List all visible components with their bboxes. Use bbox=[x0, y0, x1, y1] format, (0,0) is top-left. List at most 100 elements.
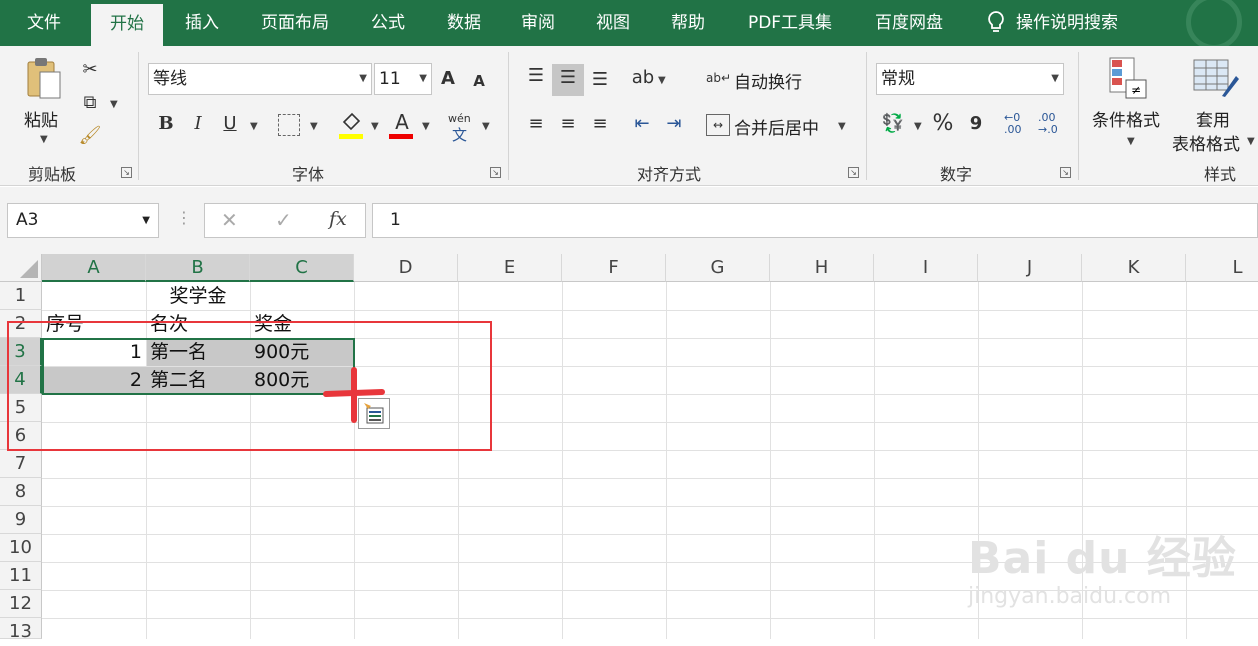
fill-color-icon[interactable] bbox=[338, 110, 364, 140]
underline-dropdown-icon[interactable]: ▼ bbox=[250, 121, 258, 132]
col-header-c[interactable]: C bbox=[250, 254, 354, 282]
conditional-format-button[interactable]: 条件格式 bbox=[1092, 106, 1160, 131]
bold-button[interactable]: B bbox=[154, 110, 178, 138]
decrease-indent-icon[interactable]: ⇤ bbox=[628, 110, 656, 138]
paste-button[interactable]: 粘贴 bbox=[24, 106, 58, 131]
tab-home[interactable]: 开始 bbox=[91, 4, 163, 46]
font-color-button[interactable]: A bbox=[390, 108, 414, 136]
align-bottom-icon[interactable]: ☰ bbox=[586, 66, 614, 94]
name-box[interactable]: A3 ▼ bbox=[7, 203, 159, 238]
align-left-icon[interactable]: ≡ bbox=[522, 110, 550, 138]
row-header-13[interactable]: 13 bbox=[0, 618, 42, 642]
col-header-j[interactable]: J bbox=[978, 254, 1082, 282]
col-header-a[interactable]: A bbox=[42, 254, 146, 282]
comma-button[interactable]: 9 bbox=[964, 110, 988, 138]
borders-dropdown-icon[interactable]: ▼ bbox=[310, 121, 318, 132]
col-header-e[interactable]: E bbox=[458, 254, 562, 282]
italic-button[interactable]: I bbox=[186, 110, 210, 138]
tab-insert[interactable]: 插入 bbox=[170, 0, 234, 46]
row-header-9[interactable]: 9 bbox=[0, 506, 42, 534]
shrink-font-button[interactable]: A bbox=[468, 67, 490, 95]
paste-dropdown-icon[interactable]: ▼ bbox=[40, 134, 48, 145]
align-middle-icon[interactable]: ☰ bbox=[552, 64, 584, 96]
decrease-decimal-button[interactable]: .00 →.0 bbox=[1038, 112, 1058, 136]
alignment-launcher-icon[interactable]: ↘ bbox=[848, 167, 859, 178]
paste-icon[interactable] bbox=[24, 56, 64, 102]
tab-view[interactable]: 视图 bbox=[581, 0, 645, 46]
merge-center-icon[interactable]: ↔ bbox=[706, 114, 730, 136]
copy-icon[interactable]: ⧉ bbox=[78, 89, 102, 117]
col-header-b[interactable]: B bbox=[146, 254, 250, 282]
format-as-table-icon[interactable] bbox=[1192, 56, 1240, 100]
col-header-l[interactable]: L bbox=[1186, 254, 1258, 282]
tab-review[interactable]: 审阅 bbox=[506, 0, 570, 46]
cell-b1-title[interactable]: 奖学金 bbox=[146, 282, 250, 310]
percent-button[interactable]: % bbox=[930, 110, 956, 138]
cut-icon[interactable]: ✂ bbox=[78, 56, 102, 84]
row-header-10[interactable]: 10 bbox=[0, 534, 42, 562]
tab-formulas[interactable]: 公式 bbox=[356, 0, 420, 46]
tab-data[interactable]: 数据 bbox=[432, 0, 496, 46]
row-header-1[interactable]: 1 bbox=[0, 282, 42, 310]
lightbulb-icon[interactable] bbox=[984, 10, 1008, 36]
font-size-select[interactable]: 11 ▼ bbox=[374, 63, 432, 95]
col-header-d[interactable]: D bbox=[354, 254, 458, 282]
format-as-table-dropdown-icon[interactable]: ▼ bbox=[1247, 136, 1255, 147]
align-right-icon[interactable]: ≡ bbox=[586, 110, 614, 138]
increase-indent-icon[interactable]: ⇥ bbox=[660, 110, 688, 138]
tab-page-layout[interactable]: 页面布局 bbox=[248, 0, 342, 46]
format-as-table-label-1[interactable]: 套用 bbox=[1196, 106, 1230, 131]
row-header-12[interactable]: 12 bbox=[0, 590, 42, 618]
enter-icon[interactable]: ✓ bbox=[275, 208, 292, 232]
tell-me-search[interactable]: 操作说明搜索 bbox=[1016, 0, 1146, 46]
font-color-dropdown-icon[interactable]: ▼ bbox=[422, 121, 430, 132]
col-header-h[interactable]: H bbox=[770, 254, 874, 282]
align-center-icon[interactable]: ≡ bbox=[554, 110, 582, 138]
row-header-7[interactable]: 7 bbox=[0, 450, 42, 478]
worksheet-grid[interactable]: A B C D E F G H I J K L 1 2 3 4 5 6 7 8 … bbox=[0, 254, 1258, 642]
conditional-format-icon[interactable]: ≠ bbox=[1108, 56, 1148, 100]
phonetic-button[interactable]: 文 bbox=[452, 124, 467, 145]
align-top-icon[interactable]: ☰ bbox=[522, 62, 550, 90]
formula-input[interactable]: 1 bbox=[372, 203, 1258, 238]
tab-pdf-tools[interactable]: PDF工具集 bbox=[736, 0, 844, 46]
increase-decimal-button[interactable]: ←0.00 bbox=[1004, 112, 1022, 136]
wrap-text-button[interactable]: 自动换行 bbox=[734, 68, 802, 93]
insert-function-button[interactable]: fx bbox=[329, 208, 347, 230]
tab-help[interactable]: 帮助 bbox=[656, 0, 720, 46]
font-launcher-icon[interactable]: ↘ bbox=[490, 167, 501, 178]
format-as-table-label-2[interactable]: 表格格式 bbox=[1172, 130, 1240, 155]
number-launcher-icon[interactable]: ↘ bbox=[1060, 167, 1071, 178]
orientation-icon[interactable]: ab bbox=[630, 64, 656, 92]
quick-analysis-button[interactable] bbox=[358, 398, 390, 429]
conditional-format-dropdown-icon[interactable]: ▼ bbox=[1127, 136, 1135, 147]
phonetic-dropdown-icon[interactable]: ▼ bbox=[482, 121, 490, 132]
number-format-select[interactable]: 常规 ▼ bbox=[876, 63, 1064, 95]
underline-button[interactable]: U bbox=[218, 110, 242, 138]
merge-center-button[interactable]: 合并后居中 bbox=[734, 114, 819, 139]
wrap-text-icon[interactable]: ab↵ bbox=[706, 64, 731, 92]
row-header-11[interactable]: 11 bbox=[0, 562, 42, 590]
borders-icon[interactable] bbox=[278, 114, 300, 136]
accounting-dropdown-icon[interactable]: ▼ bbox=[914, 121, 922, 132]
col-header-k[interactable]: K bbox=[1082, 254, 1186, 282]
row-header-8[interactable]: 8 bbox=[0, 478, 42, 506]
fill-color-dropdown-icon[interactable]: ▼ bbox=[371, 121, 379, 132]
orientation-dropdown-icon[interactable]: ▼ bbox=[658, 75, 666, 86]
font-name-select[interactable]: 等线 ▼ bbox=[148, 63, 372, 95]
formula-bar-splitter-icon[interactable]: ⋮ bbox=[176, 208, 192, 227]
tab-baidu-netdisk[interactable]: 百度网盘 bbox=[862, 0, 956, 46]
tab-file[interactable]: 文件 bbox=[10, 0, 78, 46]
merge-dropdown-icon[interactable]: ▼ bbox=[838, 121, 846, 132]
accounting-format-icon[interactable]: 💱 bbox=[878, 110, 908, 138]
cancel-icon[interactable]: ✕ bbox=[221, 208, 238, 232]
copy-dropdown-icon[interactable]: ▼ bbox=[110, 99, 118, 110]
ribbon: 粘贴 ▼ ✂ ⧉ ▼ 🖌 剪贴板 ↘ 等线 ▼ 11 ▼ A A B I U ▼ ▼… bbox=[0, 46, 1258, 186]
col-header-i[interactable]: I bbox=[874, 254, 978, 282]
clipboard-launcher-icon[interactable]: ↘ bbox=[121, 167, 132, 178]
col-header-g[interactable]: G bbox=[666, 254, 770, 282]
format-painter-icon[interactable]: 🖌 bbox=[78, 122, 102, 150]
col-header-f[interactable]: F bbox=[562, 254, 666, 282]
grow-font-button[interactable]: A bbox=[436, 65, 460, 93]
select-all-corner[interactable] bbox=[0, 254, 42, 282]
